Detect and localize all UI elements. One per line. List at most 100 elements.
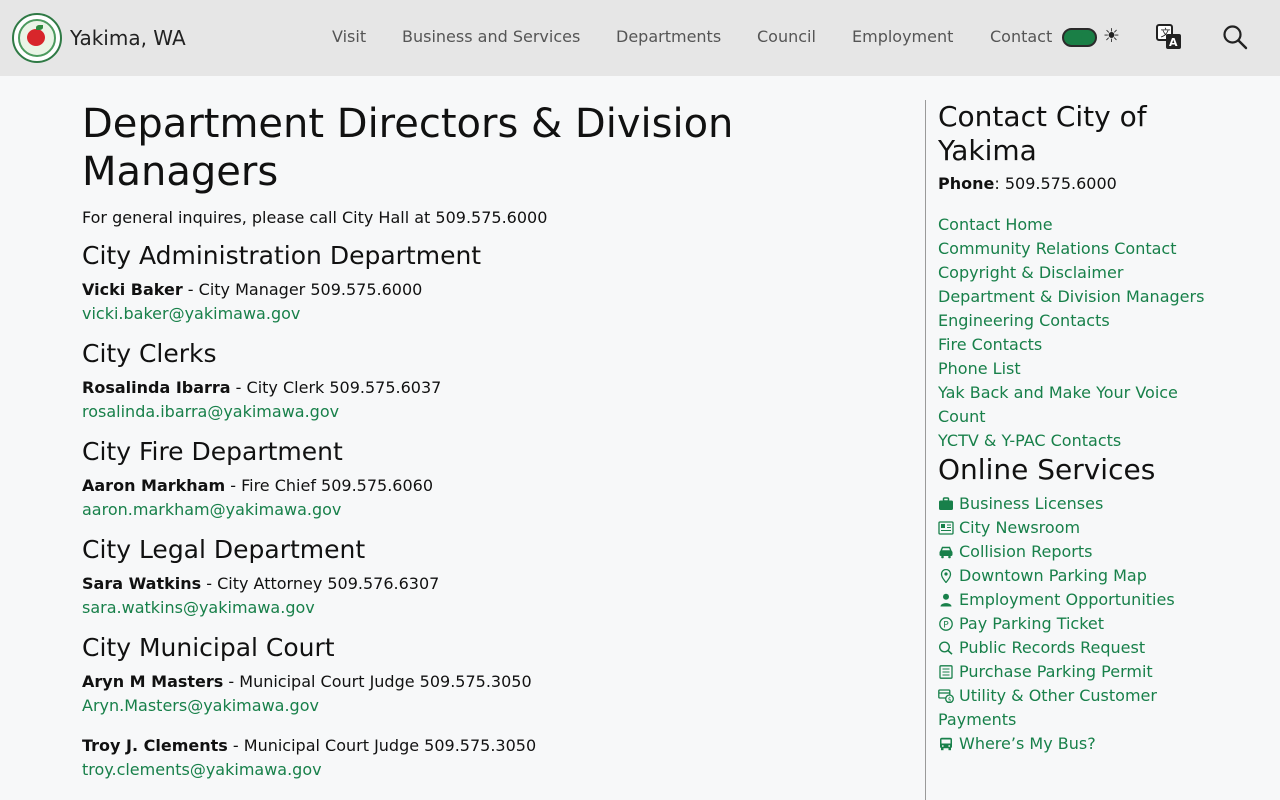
nav-employment[interactable]: Employment	[852, 27, 953, 46]
contact-title: Contact City of Yakima	[938, 100, 1147, 167]
parking-icon: P	[939, 617, 953, 631]
newspaper-icon	[938, 521, 954, 535]
person-email-link[interactable]: aaron.markham@yakimawa.gov	[82, 498, 882, 522]
person-name: Aryn M Masters	[82, 672, 224, 691]
service-city-newsroom[interactable]: City Newsroom	[938, 516, 1208, 540]
site-title[interactable]: Yakima, WA	[70, 26, 186, 50]
department-heading: City Administration Department	[82, 241, 482, 270]
sidebar-link-phone-list[interactable]: Phone List	[938, 357, 1208, 381]
svg-text:P: P	[943, 620, 949, 630]
person-detail: - City Manager 509.575.6000	[182, 280, 423, 299]
contact-links: Contact Home Community Relations Contact…	[938, 213, 1208, 453]
briefcase-icon	[939, 497, 953, 510]
phone-label: Phone	[938, 174, 995, 193]
nav-visit[interactable]: Visit	[332, 27, 366, 46]
department-section: City Fire Department Aaron Markham - Fir…	[82, 436, 882, 522]
person-icon	[940, 593, 952, 607]
person-detail: - Fire Chief 509.575.6060	[225, 476, 434, 495]
service-wheres-my-bus[interactable]: Where’s My Bus?	[938, 732, 1208, 756]
service-label: Downtown Parking Map	[959, 566, 1147, 585]
online-services-list: Business Licenses City Newsroom Collisio…	[938, 492, 1208, 756]
service-label: Business Licenses	[959, 494, 1104, 513]
department-heading: City Legal Department	[82, 535, 366, 564]
sidebar-link-yctv[interactable]: YCTV & Y-PAC Contacts	[938, 429, 1208, 453]
search-icon[interactable]	[1222, 24, 1248, 50]
online-services-title: Online Services	[938, 453, 1156, 486]
theme-toggle[interactable]	[1062, 28, 1097, 47]
nav-contact[interactable]: Contact	[990, 27, 1052, 46]
map-pin-icon	[940, 569, 952, 583]
search-icon	[938, 641, 953, 655]
person-entry: Vicki Baker - City Manager 509.575.6000 …	[82, 278, 882, 326]
person-entry: Rosalinda Ibarra - City Clerk 509.575.60…	[82, 376, 882, 424]
person-entry: Aaron Markham - Fire Chief 509.575.6060 …	[82, 474, 882, 522]
nav-departments[interactable]: Departments	[616, 27, 721, 46]
bus-icon	[940, 737, 952, 751]
intro-text: For general inquires, please call City H…	[82, 208, 548, 227]
main-content: Department Directors & Division Managers…	[82, 100, 882, 782]
person-email-link[interactable]: rosalinda.ibarra@yakimawa.gov	[82, 400, 882, 424]
department-section: City Clerks Rosalinda Ibarra - City Cler…	[82, 338, 882, 424]
service-utility-payments[interactable]: $ Utility & Other Customer Payments	[938, 684, 1208, 732]
department-heading: City Municipal Court	[82, 633, 335, 662]
nav-council[interactable]: Council	[757, 27, 816, 46]
person-email-link[interactable]: vicki.baker@yakimawa.gov	[82, 302, 882, 326]
site-header: Yakima, WA Visit Business and Services D…	[0, 0, 1280, 76]
service-pay-parking-ticket[interactable]: P Pay Parking Ticket	[938, 612, 1208, 636]
svg-text:$: $	[948, 696, 952, 703]
service-label: Pay Parking Ticket	[959, 614, 1105, 633]
person-entry: Aryn M Masters - Municipal Court Judge 5…	[82, 670, 882, 718]
person-name: Aaron Markham	[82, 476, 226, 495]
nav-business-and-services[interactable]: Business and Services	[402, 27, 580, 46]
service-purchase-parking-permit[interactable]: Purchase Parking Permit	[938, 660, 1208, 684]
sidebar-link-engineering[interactable]: Engineering Contacts	[938, 309, 1208, 333]
receipt-icon	[939, 665, 953, 679]
person-name: Sara Watkins	[82, 574, 202, 593]
person-email-link[interactable]: sara.watkins@yakimawa.gov	[82, 596, 882, 620]
service-label: Public Records Request	[959, 638, 1146, 657]
department-heading: City Fire Department	[82, 437, 343, 466]
person-detail: - City Clerk 509.575.6037	[230, 378, 442, 397]
sidebar-link-contact-home[interactable]: Contact Home	[938, 213, 1208, 237]
service-label: Collision Reports	[959, 542, 1093, 561]
sidebar-link-copyright[interactable]: Copyright & Disclaimer	[938, 261, 1208, 285]
city-seal-logo[interactable]	[12, 13, 62, 63]
service-business-licenses[interactable]: Business Licenses	[938, 492, 1208, 516]
sidebar: Contact City of Yakima Phone: 509.575.60…	[938, 100, 1208, 756]
service-collision-reports[interactable]: Collision Reports	[938, 540, 1208, 564]
department-section: City Legal Department Sara Watkins - Cit…	[82, 534, 882, 620]
person-name: Troy J. Clements	[82, 736, 228, 755]
sun-icon: ☀	[1103, 25, 1121, 47]
person-email-link[interactable]: troy.clements@yakimawa.gov	[82, 758, 882, 782]
payment-icon: $	[938, 689, 954, 703]
sidebar-link-fire[interactable]: Fire Contacts	[938, 333, 1208, 357]
sidebar-link-yak-back[interactable]: Yak Back and Make Your Voice Count	[938, 381, 1208, 429]
sidebar-link-community-relations[interactable]: Community Relations Contact	[938, 237, 1208, 261]
person-detail: - Municipal Court Judge 509.575.3050	[227, 736, 537, 755]
translate-icon[interactable]: 文 A	[1156, 24, 1182, 50]
department-section: City Administration Department Vicki Bak…	[82, 240, 882, 326]
department-section: City Municipal Court Aryn M Masters - Mu…	[82, 632, 882, 782]
page-title: Department Directors & Division Managers	[82, 101, 734, 195]
person-detail: - City Attorney 509.576.6307	[201, 574, 440, 593]
person-name: Vicki Baker	[82, 280, 183, 299]
phone-value: : 509.575.6000	[994, 174, 1117, 193]
service-label: City Newsroom	[959, 518, 1081, 537]
service-employment-opportunities[interactable]: Employment Opportunities	[938, 588, 1208, 612]
person-email-link[interactable]: Aryn.Masters@yakimawa.gov	[82, 694, 882, 718]
person-name: Rosalinda Ibarra	[82, 378, 231, 397]
person-entry: Troy J. Clements - Municipal Court Judge…	[82, 734, 882, 782]
car-icon	[939, 546, 953, 559]
service-downtown-parking-map[interactable]: Downtown Parking Map	[938, 564, 1208, 588]
svg-text:A: A	[1169, 36, 1178, 49]
sidebar-link-department-managers[interactable]: Department & Division Managers	[938, 285, 1208, 309]
person-entry: Sara Watkins - City Attorney 509.576.630…	[82, 572, 882, 620]
service-public-records-request[interactable]: Public Records Request	[938, 636, 1208, 660]
service-label: Utility & Other Customer Payments	[938, 686, 1157, 729]
sidebar-divider	[925, 100, 926, 800]
person-detail: - Municipal Court Judge 509.575.3050	[223, 672, 532, 691]
service-label: Employment Opportunities	[959, 590, 1175, 609]
service-label: Where’s My Bus?	[959, 734, 1096, 753]
department-heading: City Clerks	[82, 339, 217, 368]
service-label: Purchase Parking Permit	[959, 662, 1153, 681]
